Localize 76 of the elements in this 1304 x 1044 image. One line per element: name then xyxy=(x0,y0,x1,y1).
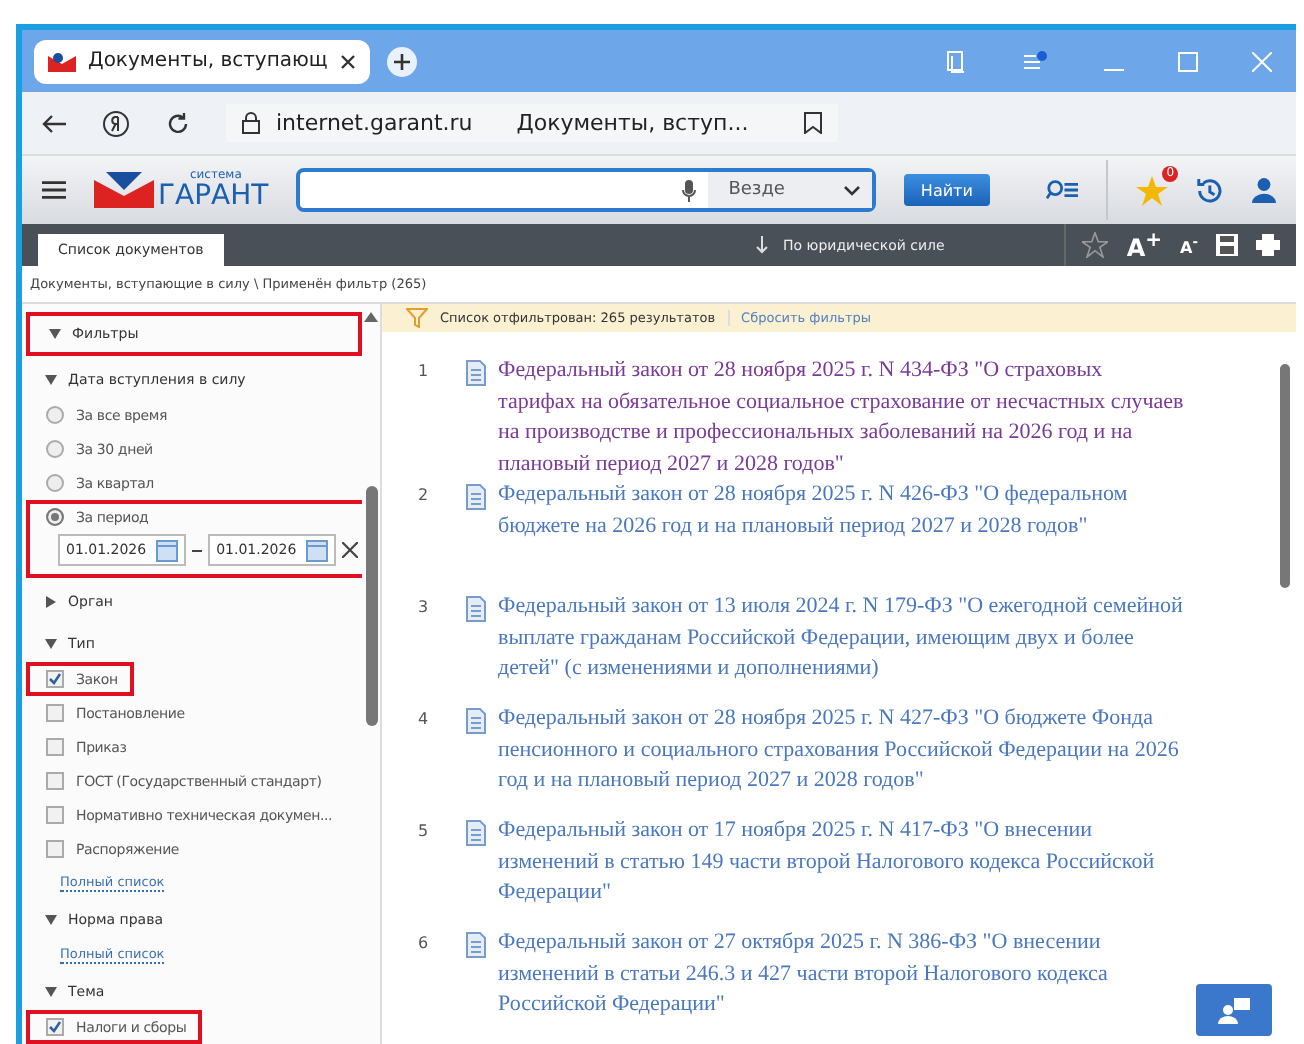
checkbox[interactable] xyxy=(46,806,64,824)
browser-tab[interactable]: Документы, вступающ xyxy=(34,39,370,83)
document-link[interactable]: Федеральный закон от 13 июля 2024 г. N 179-ФЗ "О ежегодной семейной выплате гражданам Российской Федерации, имеющим двух и более детей" (с изменениями и дополнениями) xyxy=(498,592,1184,685)
arrow-down-icon xyxy=(755,236,768,254)
expand-triangle-icon xyxy=(45,639,57,649)
increase-font-button[interactable]: A$^{+}$ xyxy=(1126,229,1163,261)
address-field[interactable]: internet.garant.ru Документы, вступ... xyxy=(226,104,839,142)
checkbox[interactable] xyxy=(46,1018,64,1036)
lock-icon xyxy=(242,112,260,134)
tab-title: Документы, вступающ xyxy=(88,50,328,72)
document-icon xyxy=(466,484,486,510)
history-icon[interactable] xyxy=(1196,175,1225,205)
menu-notification-icon[interactable] xyxy=(1022,49,1050,73)
document-icon xyxy=(466,708,486,734)
chat-icon xyxy=(1218,997,1250,1023)
checkbox[interactable] xyxy=(46,772,64,790)
expand-triangle-icon xyxy=(45,375,57,385)
result-number: 3 xyxy=(418,596,431,616)
save-icon[interactable] xyxy=(1216,234,1238,256)
logo-text: ГАРАНТ xyxy=(157,182,269,210)
document-icon xyxy=(466,932,486,958)
star-icon[interactable] xyxy=(1136,175,1169,205)
calendar-icon[interactable] xyxy=(306,539,329,561)
bookmark-icon[interactable] xyxy=(804,112,823,134)
chevron-down-icon xyxy=(844,185,861,195)
result-number: 5 xyxy=(418,820,431,840)
document-link[interactable]: Федеральный закон от 28 ноября 2025 г. N 426-ФЗ "О федеральном бюджете на 2026 год и на плановый период 2027 и 2028 годов" xyxy=(498,480,1184,542)
expand-triangle-icon xyxy=(49,329,61,339)
result-number: 1 xyxy=(418,360,431,380)
menu-icon[interactable] xyxy=(42,180,66,200)
dash-icon xyxy=(192,549,203,551)
collections-icon[interactable] xyxy=(944,49,968,73)
document-icon xyxy=(466,596,486,622)
radio-button[interactable] xyxy=(46,406,64,424)
radio-button[interactable] xyxy=(46,474,64,492)
browser-logo-icon[interactable] xyxy=(102,109,130,137)
reload-icon[interactable] xyxy=(166,111,190,135)
chat-button[interactable] xyxy=(1196,984,1272,1036)
microphone-icon[interactable] xyxy=(682,179,697,201)
search-field[interactable]: Везде xyxy=(296,168,877,212)
back-icon[interactable] xyxy=(42,113,66,133)
expand-triangle-icon xyxy=(45,987,57,997)
calendar-icon[interactable] xyxy=(156,539,179,561)
expand-triangle-icon xyxy=(45,915,57,925)
close-icon[interactable] xyxy=(339,53,356,69)
scroll-up-icon[interactable] xyxy=(364,312,378,322)
document-link[interactable]: Федеральный закон от 28 ноября 2025 г. N 434-ФЗ "О страховых тарифах на обязательное социальное страхование от несчастных случаев на производстве и профессиональных заболеваний на 2026 год и на плановый период 2027 и 2028 годов" xyxy=(498,356,1184,480)
expand-triangle-icon xyxy=(46,596,56,608)
user-icon[interactable] xyxy=(1252,176,1276,204)
document-link[interactable]: Федеральный закон от 28 ноября 2025 г. N 427-ФЗ "О бюджете Фонда пенсионного и социального страхования Российской Федерации на 2026 год и на плановый период 2027 и 2028 годов" xyxy=(498,704,1184,797)
filter-icon xyxy=(406,308,428,328)
result-number: 4 xyxy=(418,708,431,728)
document-icon xyxy=(466,820,486,846)
clear-icon[interactable] xyxy=(342,542,359,558)
search-button[interactable]: Найти xyxy=(904,174,990,206)
checkbox[interactable] xyxy=(46,670,64,688)
radio-button[interactable] xyxy=(46,440,64,458)
envelope-logo-icon xyxy=(48,51,76,71)
envelope-logo-icon xyxy=(93,172,154,208)
bookmark-star-icon[interactable] xyxy=(1082,232,1109,258)
url-text: internet.garant.ru xyxy=(276,110,473,136)
radio-button[interactable] xyxy=(46,508,64,526)
page-title: Документы, вступ... xyxy=(516,110,749,136)
result-number: 6 xyxy=(418,932,431,952)
search-list-icon[interactable] xyxy=(1045,178,1079,202)
result-number: 2 xyxy=(418,484,431,504)
maximize-icon[interactable] xyxy=(1178,51,1198,71)
scope-dropdown[interactable]: Везде xyxy=(708,172,873,208)
checkbox[interactable] xyxy=(46,704,64,722)
document-link[interactable]: Федеральный закон от 17 ноября 2025 г. N 417-ФЗ "О внесении изменений в статью 149 части второй Налогового кодекса Российской Федерации" xyxy=(498,816,1184,909)
new-tab-icon[interactable] xyxy=(385,45,418,77)
document-icon xyxy=(466,360,486,386)
checkbox[interactable] xyxy=(46,738,64,756)
decrease-font-button[interactable]: A$^{-}$ xyxy=(1180,233,1198,257)
document-link[interactable]: Федеральный закон от 27 октября 2025 г. N 386-ФЗ "О внесении изменений в статьи 246.3 и 427 части второй Налогового кодекса Российской Федерации" xyxy=(498,928,1184,1021)
checkbox[interactable] xyxy=(46,840,64,858)
